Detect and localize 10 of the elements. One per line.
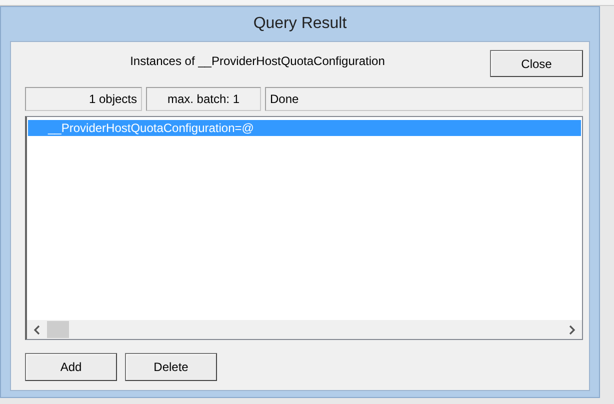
horizontal-scrollbar[interactable] bbox=[27, 320, 582, 339]
close-button[interactable]: Close bbox=[490, 50, 583, 77]
action-button[interactable]: Delete bbox=[125, 353, 217, 381]
scroll-thumb[interactable] bbox=[47, 321, 69, 338]
heading-text: Instances of __ProviderHostQuotaConfiguration bbox=[129, 53, 386, 68]
status-field: max. batch: 1 bbox=[146, 87, 261, 111]
action-button[interactable]: Add bbox=[25, 353, 117, 381]
status-field: 1 objects bbox=[25, 87, 142, 111]
status-field: Done bbox=[265, 87, 583, 111]
window-title: Query Result bbox=[252, 14, 348, 34]
